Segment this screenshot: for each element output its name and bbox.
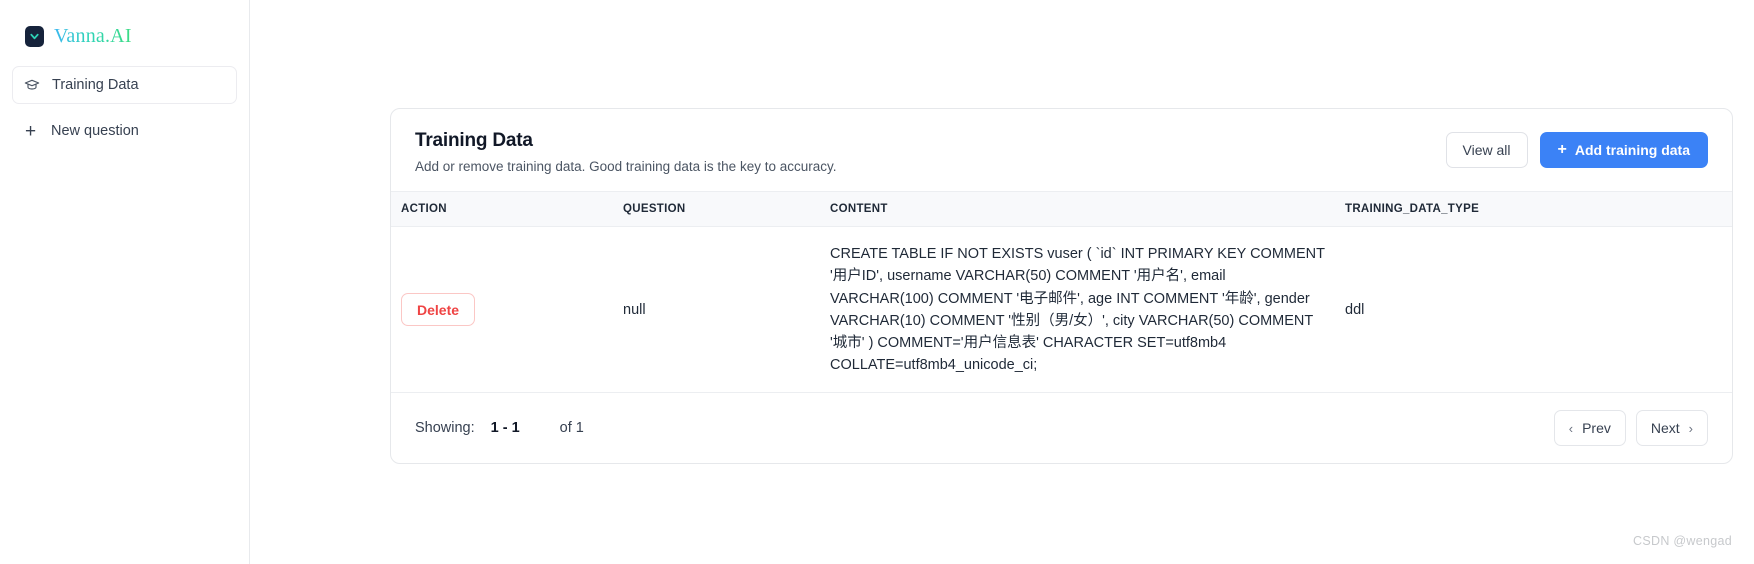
card-header-actions: View all + Add training data (1445, 127, 1708, 168)
plus-icon: + (1557, 141, 1567, 158)
cell-content: CREATE TABLE IF NOT EXISTS vuser ( `id` … (820, 226, 1335, 394)
sidebar: Vanna.AI Training Data + New question (0, 0, 250, 564)
delete-button[interactable]: Delete (401, 293, 476, 327)
add-training-data-label: Add training data (1574, 142, 1690, 158)
table-row: Delete null CREATE TABLE IF NOT EXISTS v… (391, 226, 1732, 394)
graduation-cap-icon (23, 77, 40, 94)
page-title: Training Data (415, 130, 533, 151)
view-all-button[interactable]: View all (1445, 132, 1528, 168)
card-header-text: Training Data Add or remove training dat… (415, 127, 836, 175)
main-content: Training Data Add or remove training dat… (250, 0, 1754, 564)
chevron-right-icon: › (1688, 420, 1693, 436)
next-page-label: Next (1650, 420, 1680, 437)
watermark: CSDN @wengad (1633, 534, 1732, 548)
pagination: ‹ Prev Next › (1553, 410, 1708, 447)
showing-total: of 1 (559, 420, 584, 437)
prev-page-label: Prev (1582, 420, 1611, 437)
vanna-logo-icon (25, 25, 44, 47)
prev-page-button[interactable]: ‹ Prev (1553, 410, 1626, 447)
plus-glyph: + (24, 120, 37, 142)
table-footer: Showing: 1 - 1 of 1 ‹ Prev Next › (391, 393, 1732, 463)
sidebar-item-new-question[interactable]: + New question (12, 112, 237, 150)
showing-label: Showing: (415, 420, 475, 437)
showing-status: Showing: 1 - 1 of 1 (415, 420, 584, 436)
add-training-data-button[interactable]: + Add training data (1539, 132, 1708, 168)
column-header-question: QUESTION (623, 203, 686, 216)
next-page-button[interactable]: Next › (1635, 410, 1708, 447)
sidebar-item-training-data[interactable]: Training Data (12, 66, 237, 104)
table-header-row: ACTION QUESTION CONTENT TRAINING_DATA_TY… (391, 191, 1732, 227)
sidebar-nav: Training Data + New question (0, 66, 249, 150)
cell-training-data-type: ddl (1335, 226, 1732, 394)
cell-action: Delete (391, 226, 613, 394)
sidebar-item-label: Training Data (52, 77, 139, 93)
column-header-action: ACTION (401, 203, 447, 216)
cell-question: null (613, 226, 820, 394)
brand[interactable]: Vanna.AI (0, 0, 249, 56)
page-subtitle: Add or remove training data. Good traini… (415, 158, 837, 174)
column-header-training-data-type: TRAINING_DATA_TYPE (1345, 203, 1480, 216)
brand-name: Vanna.AI (54, 24, 132, 47)
training-data-table: ACTION QUESTION CONTENT TRAINING_DATA_TY… (391, 191, 1732, 394)
column-header-content: CONTENT (830, 203, 888, 216)
card-header: Training Data Add or remove training dat… (391, 109, 1732, 191)
showing-range: 1 - 1 (490, 420, 520, 437)
table-head: ACTION QUESTION CONTENT TRAINING_DATA_TY… (391, 191, 1732, 227)
training-data-card: Training Data Add or remove training dat… (390, 108, 1733, 465)
chevron-left-icon: ‹ (1568, 420, 1574, 436)
table-body: Delete null CREATE TABLE IF NOT EXISTS v… (391, 226, 1732, 394)
plus-icon: + (22, 120, 39, 142)
app-root: Vanna.AI Training Data + New question Tr… (0, 0, 1754, 564)
sidebar-item-label: New question (51, 123, 139, 139)
